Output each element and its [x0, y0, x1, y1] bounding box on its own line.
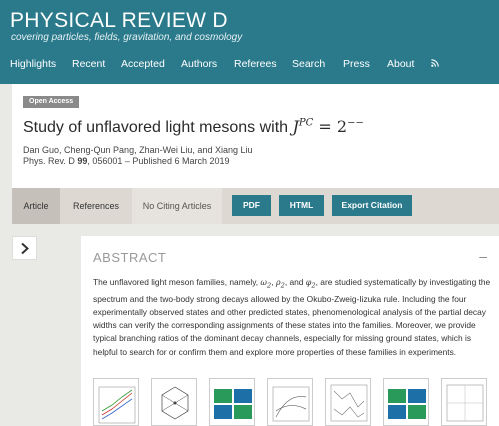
article-header: Open Access Study of unflavored light me…	[12, 84, 499, 188]
abstract-text-2: , are studied systematically by investig…	[93, 277, 491, 357]
html-button[interactable]: HTML	[279, 195, 324, 216]
tab-article[interactable]: Article	[12, 188, 60, 224]
abstract-section: ABSTRACT – The unflavored light meson fa…	[81, 236, 499, 426]
article-title: Study of unflavored light mesons with JP…	[23, 117, 364, 137]
volume: 99	[77, 156, 88, 166]
abstract-text: The unflavored light meson families, nam…	[93, 277, 491, 357]
figure-thumbnail-6[interactable]	[383, 378, 429, 426]
figure-thumbnail-5[interactable]	[325, 378, 371, 426]
open-access-badge: Open Access	[23, 96, 80, 108]
pub-date: , 056001 – Published 6 March 2019	[87, 156, 230, 166]
tab-references[interactable]: References	[60, 188, 132, 224]
nav-authors[interactable]: Authors	[181, 58, 217, 70]
journal-ref: Phys. Rev. D	[23, 156, 78, 166]
nav-recent[interactable]: Recent	[72, 58, 105, 70]
sidebar-toggle-button[interactable]	[12, 236, 37, 260]
nav-referees[interactable]: Referees	[234, 58, 277, 70]
publication-info: Phys. Rev. D 99, 056001 – Published 6 Ma…	[23, 156, 229, 166]
rss-icon[interactable]	[431, 58, 439, 70]
title-pc: PC	[298, 117, 314, 129]
nav-press[interactable]: Press	[343, 58, 370, 70]
rho-sub: 2	[280, 281, 285, 290]
abstract-text-1: The unflavored light meson families, nam…	[93, 277, 261, 287]
chevron-right-icon	[21, 242, 29, 255]
figure-thumbnail-3[interactable]	[209, 378, 255, 426]
article-tabs: Article References No Citing Articles PD…	[12, 188, 499, 224]
author-list[interactable]: Dan Guo, Cheng-Qun Pang, Zhan-Wei Liu, a…	[23, 145, 252, 155]
figure-thumbnail-1[interactable]	[93, 378, 139, 426]
main-nav: Highlights Recent Accepted Authors Refer…	[0, 55, 499, 73]
journal-subtitle: covering particles, fields, gravitation,…	[11, 32, 243, 43]
journal-title[interactable]: PHYSICAL REVIEW D	[10, 9, 228, 33]
export-citation-button[interactable]: Export Citation	[332, 195, 412, 216]
title-eq: = 2	[313, 117, 348, 136]
nav-about[interactable]: About	[387, 58, 414, 70]
omega-2: ω2	[260, 278, 272, 290]
figure-thumbnails	[93, 378, 499, 426]
phi-2: φ2	[306, 278, 316, 290]
journal-header: PHYSICAL REVIEW D covering particles, fi…	[0, 0, 499, 84]
nav-accepted[interactable]: Accepted	[121, 58, 165, 70]
title-text: Study of unflavored light mesons with	[23, 119, 293, 136]
title-math: JPC = 2−−	[292, 117, 363, 136]
title-minus: −−	[347, 117, 364, 129]
figure-thumbnail-4[interactable]	[267, 378, 313, 426]
collapse-abstract-button[interactable]: –	[479, 248, 487, 264]
tab-citing-articles[interactable]: No Citing Articles	[132, 188, 222, 224]
nav-highlights[interactable]: Highlights	[10, 58, 56, 70]
omega-sub: 2	[266, 281, 272, 290]
figure-thumbnail-7[interactable]	[441, 378, 487, 426]
pdf-button[interactable]: PDF	[232, 195, 271, 216]
rho-2: ρ2	[276, 278, 285, 290]
nav-search[interactable]: Search	[292, 58, 325, 70]
figure-thumbnail-2[interactable]	[151, 378, 197, 426]
abstract-heading: ABSTRACT	[93, 250, 167, 265]
